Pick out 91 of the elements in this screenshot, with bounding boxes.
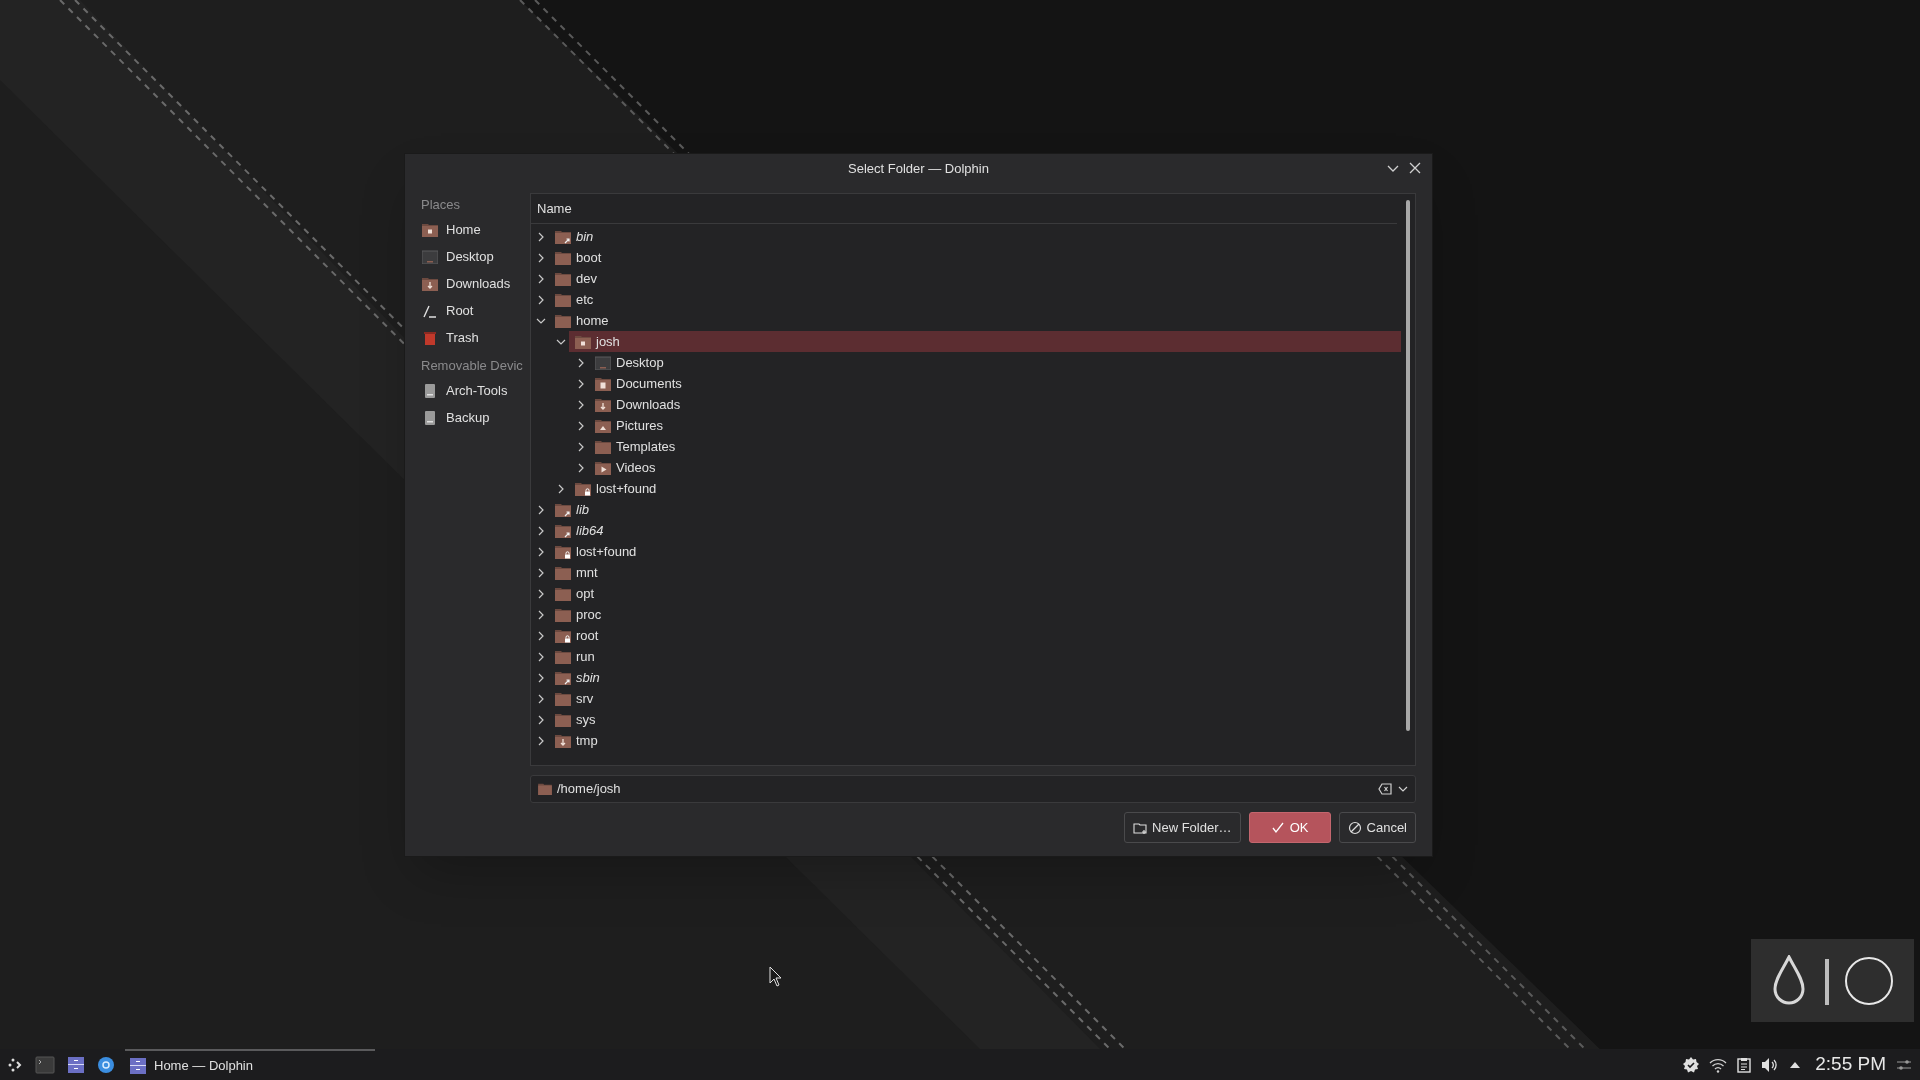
folder-icon <box>555 565 571 580</box>
column-header[interactable]: Name <box>537 198 572 219</box>
folder-icon <box>555 544 571 559</box>
cancel-button[interactable]: Cancel <box>1338 812 1416 843</box>
folder-icon <box>422 222 438 237</box>
folder-icon <box>538 783 552 795</box>
folder-icon <box>555 271 571 286</box>
folder-icon <box>555 523 571 538</box>
folder-icon <box>575 481 591 496</box>
clock[interactable]: 2:55 PM <box>1815 1050 1886 1079</box>
tree-item[interactable]: dev <box>549 268 1401 289</box>
folder-icon <box>555 628 571 643</box>
tree-item[interactable]: Templates <box>589 436 1401 457</box>
desktop-icon <box>422 249 438 264</box>
folder-icon <box>555 712 571 727</box>
section-heading: Removable Devic <box>421 357 524 376</box>
folder-icon <box>555 691 571 706</box>
location-field[interactable]: /home/josh <box>530 775 1416 803</box>
tree-item[interactable]: Desktop <box>589 352 1401 373</box>
new-folder-icon <box>1133 820 1148 835</box>
tree-item[interactable]: josh <box>569 331 1401 352</box>
volume-icon[interactable] <box>1761 1056 1780 1073</box>
folder-icon <box>595 376 611 391</box>
drive-icon <box>422 410 438 425</box>
folder-icon <box>555 292 571 307</box>
tree-item[interactable]: lost+found <box>549 541 1401 562</box>
tree-item[interactable]: boot <box>549 247 1401 268</box>
folder-icon <box>555 502 571 517</box>
settings-icon[interactable] <box>1683 1056 1700 1073</box>
folder-icon <box>555 229 571 244</box>
tree-item[interactable]: lost+found <box>569 478 1401 499</box>
folder-icon <box>575 334 591 349</box>
place-item[interactable]: Trash <box>421 324 530 351</box>
tree-item[interactable]: lib <box>549 499 1401 520</box>
folder-icon <box>555 649 571 664</box>
tree-item[interactable]: srv <box>549 688 1401 709</box>
task-button[interactable]: Home — Dolphin <box>125 1049 375 1080</box>
file-manager-icon <box>129 1056 147 1075</box>
tree-item[interactable]: run <box>549 646 1401 667</box>
folder-icon <box>595 418 611 433</box>
drive-icon <box>422 383 438 398</box>
scrollbar-thumb[interactable] <box>1406 200 1410 731</box>
tree-item[interactable]: mnt <box>549 562 1401 583</box>
folder-icon <box>555 250 571 265</box>
cancel-icon <box>1347 820 1362 835</box>
tree-item[interactable]: Pictures <box>589 415 1401 436</box>
root-icon <box>422 303 438 318</box>
folder-icon <box>555 733 571 748</box>
folder-icon <box>595 460 611 475</box>
tree-item[interactable]: lib64 <box>549 520 1401 541</box>
place-item[interactable]: Desktop <box>421 243 530 270</box>
tree-item[interactable]: bin <box>549 226 1401 247</box>
wifi-icon[interactable] <box>1709 1056 1728 1073</box>
browser-icon[interactable] <box>97 1055 115 1074</box>
tree-item[interactable]: etc <box>549 289 1401 310</box>
tree-item[interactable]: Documents <box>589 373 1401 394</box>
folder-icon <box>555 607 571 622</box>
desktop-icon <box>595 355 611 370</box>
checkmark-icon <box>1270 820 1285 835</box>
mouse-cursor-icon <box>769 966 783 987</box>
place-item[interactable]: Root <box>421 297 530 324</box>
folder-icon <box>422 276 438 291</box>
sliders-icon[interactable] <box>1896 1057 1912 1072</box>
place-item[interactable]: Downloads <box>421 270 530 297</box>
close-icon[interactable] <box>1408 161 1422 175</box>
folder-icon <box>555 313 571 328</box>
window-title: Select Folder — Dolphin <box>848 161 989 177</box>
tree-item[interactable]: home <box>549 310 1401 331</box>
tree-item[interactable]: sys <box>549 709 1401 730</box>
folder-icon <box>595 397 611 412</box>
ok-button[interactable]: OK <box>1248 812 1331 843</box>
tree-item[interactable]: root <box>549 625 1401 646</box>
tree-item[interactable]: proc <box>549 604 1401 625</box>
file-manager-icon[interactable] <box>67 1055 85 1074</box>
clipboard-icon[interactable] <box>1737 1056 1752 1073</box>
place-item[interactable]: Home <box>421 216 530 243</box>
place-item[interactable]: Backup <box>421 404 530 431</box>
tree-item[interactable]: opt <box>549 583 1401 604</box>
folder-icon <box>555 586 571 601</box>
trash-icon <box>422 330 438 345</box>
tree-item[interactable]: Downloads <box>589 394 1401 415</box>
section-heading: Places <box>421 196 462 215</box>
place-item[interactable]: Arch-Tools <box>421 377 530 404</box>
clear-icon[interactable] <box>1378 783 1392 795</box>
new-folder-button[interactable]: New Folder… <box>1124 812 1241 843</box>
folder-icon <box>555 670 571 685</box>
folder-icon <box>595 439 611 454</box>
tree-item[interactable]: sbin <box>549 667 1401 688</box>
tree-item[interactable]: Videos <box>589 457 1401 478</box>
launcher-icon[interactable] <box>7 1056 23 1073</box>
tree-item[interactable]: tmp <box>549 730 1401 751</box>
